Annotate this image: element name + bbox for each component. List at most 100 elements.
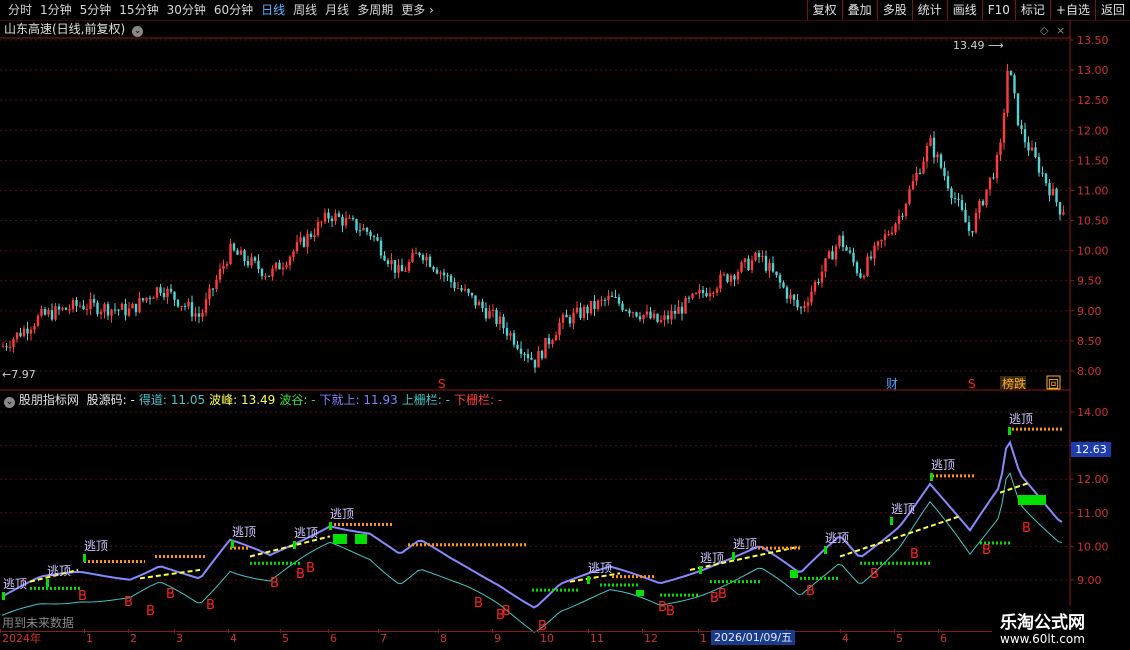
toolbar-button-7[interactable]: +自选	[1049, 0, 1095, 20]
buy-signal-label: B	[982, 543, 991, 558]
candle-body	[1027, 142, 1030, 151]
candle-body	[589, 301, 593, 314]
candle-body	[596, 300, 600, 310]
period-tab-6[interactable]: 日线	[257, 2, 289, 18]
candle-body	[176, 299, 180, 307]
candle-body	[519, 348, 523, 354]
candle-body	[421, 255, 425, 261]
low-price-label: ←7.97	[2, 368, 36, 381]
period-tab-4[interactable]: 30分钟	[163, 2, 210, 18]
toolbar-button-2[interactable]: 多股	[876, 0, 912, 20]
candle-body	[523, 353, 526, 355]
candle-body	[498, 316, 502, 324]
stock-title[interactable]: 山东高速(日线,前复权)	[4, 22, 125, 36]
candle-body	[183, 305, 187, 307]
green-signal-block	[636, 590, 644, 596]
date-tick-15: 4	[842, 632, 849, 645]
period-tab-5[interactable]: 60分钟	[210, 2, 257, 18]
candle-body	[8, 346, 12, 348]
candle-body	[530, 358, 533, 360]
candle-body	[663, 315, 666, 321]
candle-body	[593, 301, 596, 310]
escape-top-label: 逃顶	[3, 577, 27, 591]
period-tab-1[interactable]: 1分钟	[36, 2, 76, 18]
candle-body	[141, 298, 145, 301]
candle-body	[526, 354, 530, 359]
cyan-support-line	[1, 471, 1063, 633]
candle-body	[477, 301, 481, 306]
indicator-name[interactable]: 股朋指标网	[19, 393, 79, 407]
escape-tick	[329, 522, 332, 530]
toolbar-button-1[interactable]: 叠加	[841, 0, 877, 20]
indicator-settings-icon[interactable]: ⌄	[4, 397, 15, 408]
chart-canvas[interactable]: 逃顶逃顶逃顶逃顶 逃顶逃顶逃顶逃顶逃顶 逃顶逃顶逃顶逃顶B BBBBBB BBBBBB B…	[0, 0, 1130, 650]
period-tab-0[interactable]: 分时	[4, 2, 36, 18]
candle-body	[1006, 70, 1009, 113]
toolbar-button-5[interactable]: F10	[981, 0, 1015, 20]
candle-body	[817, 281, 820, 283]
candle-body	[236, 250, 239, 255]
candle-body	[110, 309, 113, 316]
buy-signal-label: B	[206, 598, 215, 613]
buy-signal-label: B	[502, 604, 511, 619]
period-tab-8[interactable]: 月线	[321, 2, 353, 18]
candle-body	[103, 304, 106, 312]
candle-body	[575, 307, 579, 313]
y-tick-label: 13.50	[1077, 34, 1109, 47]
candle-body	[36, 315, 40, 326]
candle-body	[866, 256, 869, 276]
y-tick-label: 12.00	[1077, 124, 1109, 137]
y-tick-label: 10.50	[1077, 215, 1109, 228]
candle-body	[306, 233, 309, 247]
candle-body	[89, 299, 92, 310]
candle-body	[810, 291, 813, 303]
current-price-tag: 12.63	[1071, 442, 1111, 457]
date-tick-6: 6	[330, 632, 337, 645]
period-tab-3[interactable]: 15分钟	[115, 2, 162, 18]
candle-body	[208, 288, 211, 300]
candle-body	[446, 275, 449, 277]
period-tab-7[interactable]: 周线	[289, 2, 321, 18]
yellow-peak-line	[999, 481, 1031, 494]
buy-signal-label: B	[166, 587, 175, 602]
y-tick-label: 10.00	[1077, 245, 1109, 258]
candle-body	[442, 272, 446, 276]
toolbar-button-0[interactable]: 复权	[806, 0, 842, 20]
candle-body	[390, 260, 393, 265]
candle-body	[960, 200, 964, 210]
candle-body	[12, 339, 15, 347]
toolbar-button-8[interactable]: 返回	[1094, 0, 1130, 20]
candle-body	[621, 303, 624, 311]
candle-body	[764, 256, 768, 271]
y-tick-label: 11.00	[1077, 507, 1109, 520]
candle-body	[211, 288, 215, 290]
title-dropdown-icon[interactable]: ⌄	[132, 26, 144, 37]
candle-body	[691, 293, 694, 299]
date-tick-3: 3	[176, 632, 183, 645]
candle-body	[302, 237, 306, 247]
candle-body	[19, 332, 22, 337]
toolbar-button-4[interactable]: 画线	[946, 0, 982, 20]
legend-item-6: 下栅栏: -	[453, 393, 503, 407]
period-tab-10[interactable]: 更多 ›	[397, 2, 438, 18]
period-toolbar: 分时 1分钟 5分钟 15分钟 30分钟 60分钟 日线 周线 月线 多周期 更多 › 复权 叠加 多股…	[0, 0, 1130, 21]
escape-tick	[293, 541, 296, 549]
candle-body	[344, 217, 348, 226]
period-tab-2[interactable]: 5分钟	[76, 2, 116, 18]
candle-body	[166, 288, 169, 298]
buy-signal-label: B	[718, 587, 727, 602]
toolbar-button-6[interactable]: 标记	[1014, 0, 1050, 20]
candle-body	[726, 274, 729, 282]
toolbar-button-3[interactable]: 统计	[911, 0, 947, 20]
candle-body	[397, 265, 400, 273]
candle-body	[558, 322, 561, 336]
escape-tick	[83, 554, 86, 562]
candle-body	[638, 316, 642, 320]
period-tab-9[interactable]: 多周期	[353, 2, 397, 18]
candle-body	[162, 293, 166, 298]
date-tick-11: 11	[590, 632, 604, 645]
buy-signal-label: B	[658, 600, 667, 615]
candle-body	[715, 288, 719, 293]
buy-signal-label: B	[78, 589, 87, 604]
date-cursor-label: 2026/01/09/五	[711, 630, 796, 645]
